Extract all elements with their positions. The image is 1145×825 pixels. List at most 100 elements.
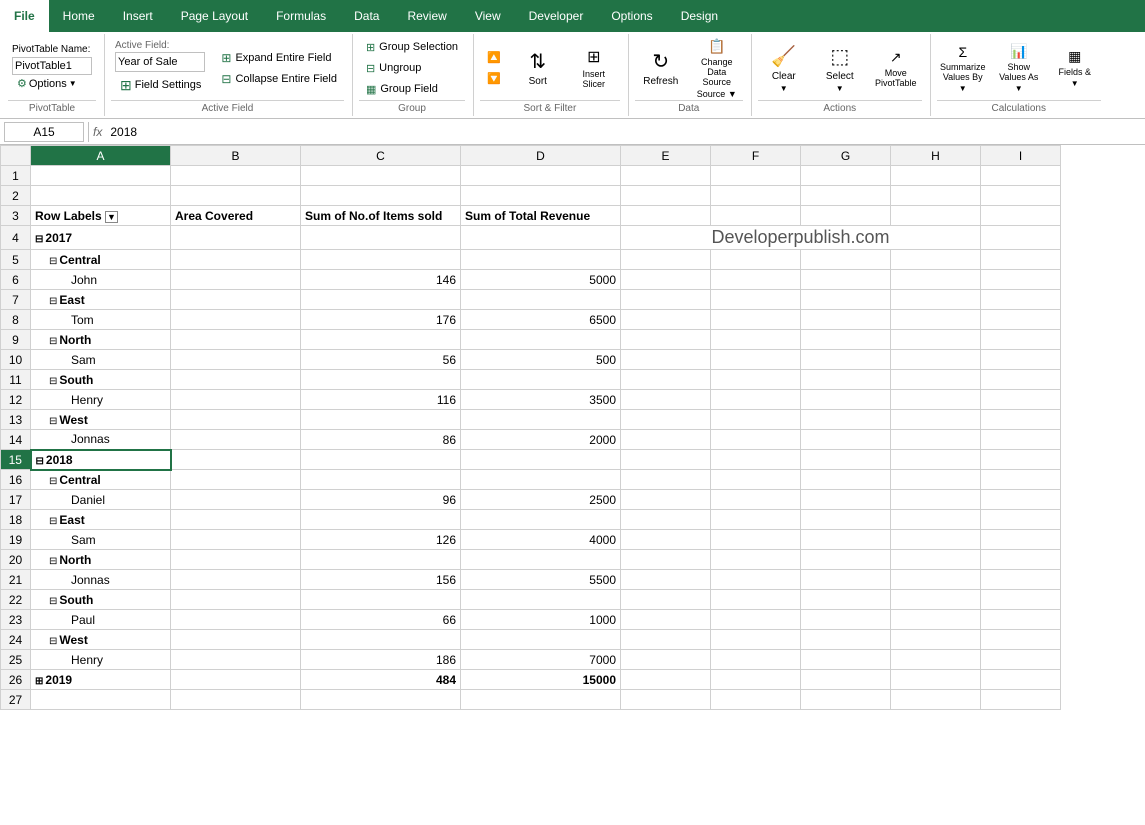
table-cell[interactable] — [981, 186, 1061, 206]
table-cell[interactable] — [981, 570, 1061, 590]
table-cell[interactable] — [711, 650, 801, 670]
table-cell[interactable] — [891, 430, 981, 450]
table-cell[interactable] — [621, 370, 711, 390]
row-header[interactable]: 18 — [1, 510, 31, 530]
table-cell[interactable] — [171, 530, 301, 550]
table-cell[interactable]: 96 — [301, 490, 461, 510]
table-cell[interactable]: 1000 — [461, 610, 621, 630]
table-cell[interactable] — [981, 310, 1061, 330]
table-cell[interactable] — [621, 390, 711, 410]
table-cell[interactable] — [171, 410, 301, 430]
table-cell[interactable] — [171, 166, 301, 186]
row-header[interactable]: 14 — [1, 430, 31, 450]
table-cell[interactable] — [461, 470, 621, 490]
table-cell[interactable] — [711, 630, 801, 650]
table-cell[interactable] — [801, 390, 891, 410]
table-cell[interactable] — [801, 610, 891, 630]
table-cell[interactable]: 126 — [301, 530, 461, 550]
table-cell[interactable] — [301, 550, 461, 570]
row-header[interactable]: 13 — [1, 410, 31, 430]
table-cell[interactable]: Jonnas — [31, 570, 171, 590]
group-field-button[interactable]: ▦ Group Field — [359, 79, 465, 99]
row-header[interactable]: 10 — [1, 350, 31, 370]
table-cell[interactable] — [711, 250, 801, 270]
row-header[interactable]: 16 — [1, 470, 31, 490]
table-cell[interactable] — [891, 630, 981, 650]
group-selection-button[interactable]: ⊞ Group Selection — [359, 37, 465, 57]
row-header[interactable]: 23 — [1, 610, 31, 630]
table-cell[interactable] — [31, 166, 171, 186]
table-cell[interactable]: 2000 — [461, 430, 621, 450]
table-cell[interactable] — [981, 610, 1061, 630]
table-cell[interactable] — [171, 470, 301, 490]
row-header[interactable]: 2 — [1, 186, 31, 206]
row-header[interactable]: 27 — [1, 690, 31, 710]
col-header-b[interactable]: B — [171, 146, 301, 166]
table-cell[interactable] — [801, 186, 891, 206]
table-cell[interactable]: Jonnas — [31, 430, 171, 450]
table-cell[interactable] — [801, 250, 891, 270]
table-cell[interactable] — [171, 226, 301, 250]
table-cell[interactable]: 4000 — [461, 530, 621, 550]
table-cell[interactable]: 484 — [301, 670, 461, 690]
refresh-button[interactable]: ↻ Refresh — [635, 36, 687, 100]
table-cell[interactable] — [711, 590, 801, 610]
table-cell[interactable]: ⊟South — [31, 370, 171, 390]
table-cell[interactable]: 156 — [301, 570, 461, 590]
table-cell[interactable] — [981, 250, 1061, 270]
table-cell[interactable]: 5000 — [461, 270, 621, 290]
table-cell[interactable] — [621, 630, 711, 650]
table-cell[interactable]: Henry — [31, 650, 171, 670]
row-header[interactable]: 26 — [1, 670, 31, 690]
insert-slicer-button[interactable]: ⊞ Insert Slicer — [568, 36, 620, 100]
table-cell[interactable] — [171, 590, 301, 610]
table-cell[interactable] — [171, 510, 301, 530]
table-cell[interactable]: 7000 — [461, 650, 621, 670]
table-cell[interactable] — [981, 630, 1061, 650]
table-cell[interactable] — [981, 410, 1061, 430]
table-cell[interactable]: Row Labels ▼ — [31, 206, 171, 226]
table-cell[interactable] — [891, 186, 981, 206]
table-cell[interactable]: Paul — [31, 610, 171, 630]
row-header[interactable]: 7 — [1, 290, 31, 310]
table-cell[interactable] — [621, 490, 711, 510]
collapse-entire-field-button[interactable]: ⊟ Collapse Entire Field — [214, 69, 344, 89]
table-cell[interactable] — [711, 570, 801, 590]
table-cell[interactable] — [711, 310, 801, 330]
col-header-f[interactable]: F — [711, 146, 801, 166]
table-cell[interactable] — [891, 310, 981, 330]
table-cell[interactable] — [981, 510, 1061, 530]
row-header[interactable]: 1 — [1, 166, 31, 186]
col-header-i[interactable]: I — [981, 146, 1061, 166]
table-cell[interactable] — [171, 250, 301, 270]
table-cell[interactable]: ⊟East — [31, 290, 171, 310]
table-cell[interactable] — [891, 270, 981, 290]
table-cell[interactable]: 5500 — [461, 570, 621, 590]
row-header[interactable]: 6 — [1, 270, 31, 290]
table-cell[interactable] — [461, 410, 621, 430]
table-cell[interactable] — [301, 166, 461, 186]
table-cell[interactable] — [711, 450, 801, 470]
table-cell[interactable] — [981, 450, 1061, 470]
table-cell[interactable] — [891, 350, 981, 370]
table-cell[interactable]: 500 — [461, 350, 621, 370]
table-cell[interactable]: Developerpublish.com — [621, 226, 981, 250]
table-cell[interactable]: ⊟Central — [31, 470, 171, 490]
table-cell[interactable] — [171, 490, 301, 510]
table-cell[interactable] — [301, 690, 461, 710]
table-cell[interactable] — [711, 330, 801, 350]
table-cell[interactable] — [461, 290, 621, 310]
table-cell[interactable] — [171, 390, 301, 410]
table-cell[interactable] — [301, 370, 461, 390]
table-cell[interactable] — [801, 410, 891, 430]
table-cell[interactable] — [981, 670, 1061, 690]
field-settings-button[interactable]: ⊞ Field Settings — [115, 74, 206, 97]
table-cell[interactable]: Sum of No.of Items sold — [301, 206, 461, 226]
change-data-source-button[interactable]: 📋 Change Data Source Source ▼ — [691, 36, 743, 100]
table-cell[interactable] — [171, 610, 301, 630]
table-cell[interactable] — [621, 530, 711, 550]
col-header-h[interactable]: H — [891, 146, 981, 166]
table-cell[interactable] — [801, 570, 891, 590]
collapse-2018-icon[interactable]: ⊟ — [36, 456, 44, 467]
table-cell[interactable]: 56 — [301, 350, 461, 370]
